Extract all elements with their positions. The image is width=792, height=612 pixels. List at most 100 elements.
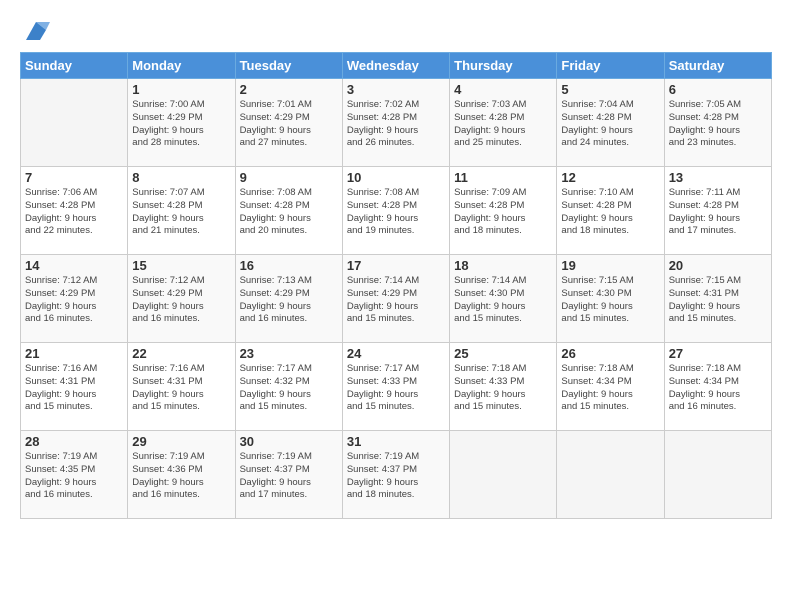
calendar-week-1: 1 Sunrise: 7:00 AMSunset: 4:29 PMDaylight… [21,79,772,167]
calendar-cell: 5 Sunrise: 7:04 AMSunset: 4:28 PMDaylight… [557,79,664,167]
calendar-cell: 9 Sunrise: 7:08 AMSunset: 4:28 PMDaylight… [235,167,342,255]
calendar-cell: 31 Sunrise: 7:19 AMSunset: 4:37 PMDayligh… [342,431,449,519]
day-info: Sunrise: 7:15 AMSunset: 4:31 PMDaylight:… [669,275,767,326]
day-info: Sunrise: 7:17 AMSunset: 4:32 PMDaylight:… [240,363,338,414]
day-info: Sunrise: 7:12 AMSunset: 4:29 PMDaylight:… [132,275,230,326]
day-info: Sunrise: 7:04 AMSunset: 4:28 PMDaylight:… [561,99,659,150]
day-number: 6 [669,82,767,97]
day-info: Sunrise: 7:18 AMSunset: 4:34 PMDaylight:… [561,363,659,414]
calendar-cell: 27Sunrise: 7:18 AMSunset: 4:34 PMDayligh… [664,343,771,431]
day-number: 12 [561,170,659,185]
day-number: 25 [454,346,552,361]
page: SundayMondayTuesdayWednesdayThursdayFrid… [0,0,792,612]
day-info: Sunrise: 7:19 AMSunset: 4:35 PMDaylight:… [25,451,123,502]
day-number: 3 [347,82,445,97]
calendar-cell [21,79,128,167]
day-number: 28 [25,434,123,449]
day-number: 9 [240,170,338,185]
day-info: Sunrise: 7:16 AMSunset: 4:31 PMDaylight:… [25,363,123,414]
day-info: Sunrise: 7:19 AMSunset: 4:37 PMDaylight:… [347,451,445,502]
calendar-week-4: 21 Sunrise: 7:16 AMSunset: 4:31 PMDayligh… [21,343,772,431]
day-number: 15 [132,258,230,273]
calendar-cell: 28 Sunrise: 7:19 AMSunset: 4:35 PMDayligh… [21,431,128,519]
calendar-cell: 23Sunrise: 7:17 AMSunset: 4:32 PMDayligh… [235,343,342,431]
day-number: 24 [347,346,445,361]
day-info: Sunrise: 7:05 AMSunset: 4:28 PMDaylight:… [669,99,767,150]
calendar-cell: 11 Sunrise: 7:09 AMSunset: 4:28 PMDayligh… [450,167,557,255]
day-number: 16 [240,258,338,273]
calendar-cell: 30 Sunrise: 7:19 AMSunset: 4:37 PMDayligh… [235,431,342,519]
day-header-friday: Friday [557,53,664,79]
day-number: 20 [669,258,767,273]
day-number: 11 [454,170,552,185]
day-info: Sunrise: 7:19 AMSunset: 4:36 PMDaylight:… [132,451,230,502]
day-info: Sunrise: 7:19 AMSunset: 4:37 PMDaylight:… [240,451,338,502]
day-info: Sunrise: 7:12 AMSunset: 4:29 PMDaylight:… [25,275,123,326]
calendar-cell: 10 Sunrise: 7:08 AMSunset: 4:28 PMDayligh… [342,167,449,255]
calendar-cell: 18Sunrise: 7:14 AMSunset: 4:30 PMDayligh… [450,255,557,343]
calendar-cell: 29 Sunrise: 7:19 AMSunset: 4:36 PMDayligh… [128,431,235,519]
calendar-cell: 13 Sunrise: 7:11 AMSunset: 4:28 PMDayligh… [664,167,771,255]
day-info: Sunrise: 7:00 AMSunset: 4:29 PMDaylight:… [132,99,230,150]
calendar-cell: 26 Sunrise: 7:18 AMSunset: 4:34 PMDayligh… [557,343,664,431]
header-row: SundayMondayTuesdayWednesdayThursdayFrid… [21,53,772,79]
calendar-cell: 8Sunrise: 7:07 AMSunset: 4:28 PMDaylight… [128,167,235,255]
day-number: 26 [561,346,659,361]
calendar-cell: 2 Sunrise: 7:01 AMSunset: 4:29 PMDaylight… [235,79,342,167]
day-header-saturday: Saturday [664,53,771,79]
day-number: 10 [347,170,445,185]
calendar-cell [664,431,771,519]
day-number: 31 [347,434,445,449]
calendar-cell: 7Sunrise: 7:06 AMSunset: 4:28 PMDaylight… [21,167,128,255]
day-number: 21 [25,346,123,361]
calendar-cell: 16 Sunrise: 7:13 AMSunset: 4:29 PMDayligh… [235,255,342,343]
day-number: 2 [240,82,338,97]
calendar-week-5: 28 Sunrise: 7:19 AMSunset: 4:35 PMDayligh… [21,431,772,519]
day-info: Sunrise: 7:06 AMSunset: 4:28 PMDaylight:… [25,187,123,238]
day-info: Sunrise: 7:11 AMSunset: 4:28 PMDaylight:… [669,187,767,238]
day-info: Sunrise: 7:17 AMSunset: 4:33 PMDaylight:… [347,363,445,414]
day-info: Sunrise: 7:08 AMSunset: 4:28 PMDaylight:… [347,187,445,238]
day-header-wednesday: Wednesday [342,53,449,79]
day-info: Sunrise: 7:10 AMSunset: 4:28 PMDaylight:… [561,187,659,238]
day-number: 4 [454,82,552,97]
calendar-cell: 15 Sunrise: 7:12 AMSunset: 4:29 PMDayligh… [128,255,235,343]
day-number: 19 [561,258,659,273]
day-number: 17 [347,258,445,273]
day-header-thursday: Thursday [450,53,557,79]
calendar-cell: 12 Sunrise: 7:10 AMSunset: 4:28 PMDayligh… [557,167,664,255]
calendar-cell: 25 Sunrise: 7:18 AMSunset: 4:33 PMDayligh… [450,343,557,431]
calendar-week-2: 7Sunrise: 7:06 AMSunset: 4:28 PMDaylight… [21,167,772,255]
day-number: 22 [132,346,230,361]
logo-icon [22,16,50,44]
day-number: 30 [240,434,338,449]
calendar-cell [557,431,664,519]
day-number: 5 [561,82,659,97]
day-info: Sunrise: 7:09 AMSunset: 4:28 PMDaylight:… [454,187,552,238]
day-info: Sunrise: 7:01 AMSunset: 4:29 PMDaylight:… [240,99,338,150]
day-info: Sunrise: 7:02 AMSunset: 4:28 PMDaylight:… [347,99,445,150]
day-number: 29 [132,434,230,449]
calendar-body: 1 Sunrise: 7:00 AMSunset: 4:29 PMDaylight… [21,79,772,519]
logo [20,16,50,44]
calendar-cell: 4 Sunrise: 7:03 AMSunset: 4:28 PMDaylight… [450,79,557,167]
calendar-cell: 1 Sunrise: 7:00 AMSunset: 4:29 PMDaylight… [128,79,235,167]
day-info: Sunrise: 7:03 AMSunset: 4:28 PMDaylight:… [454,99,552,150]
calendar-cell: 24 Sunrise: 7:17 AMSunset: 4:33 PMDayligh… [342,343,449,431]
day-info: Sunrise: 7:18 AMSunset: 4:33 PMDaylight:… [454,363,552,414]
day-header-monday: Monday [128,53,235,79]
calendar-cell: 20 Sunrise: 7:15 AMSunset: 4:31 PMDayligh… [664,255,771,343]
calendar-cell: 19 Sunrise: 7:15 AMSunset: 4:30 PMDayligh… [557,255,664,343]
calendar-week-3: 14Sunrise: 7:12 AMSunset: 4:29 PMDayligh… [21,255,772,343]
calendar: SundayMondayTuesdayWednesdayThursdayFrid… [20,52,772,519]
calendar-cell: 6 Sunrise: 7:05 AMSunset: 4:28 PMDaylight… [664,79,771,167]
calendar-cell: 14Sunrise: 7:12 AMSunset: 4:29 PMDayligh… [21,255,128,343]
day-info: Sunrise: 7:08 AMSunset: 4:28 PMDaylight:… [240,187,338,238]
day-info: Sunrise: 7:18 AMSunset: 4:34 PMDaylight:… [669,363,767,414]
day-info: Sunrise: 7:13 AMSunset: 4:29 PMDaylight:… [240,275,338,326]
day-info: Sunrise: 7:14 AMSunset: 4:30 PMDaylight:… [454,275,552,326]
day-info: Sunrise: 7:15 AMSunset: 4:30 PMDaylight:… [561,275,659,326]
calendar-header: SundayMondayTuesdayWednesdayThursdayFrid… [21,53,772,79]
day-number: 1 [132,82,230,97]
day-number: 13 [669,170,767,185]
